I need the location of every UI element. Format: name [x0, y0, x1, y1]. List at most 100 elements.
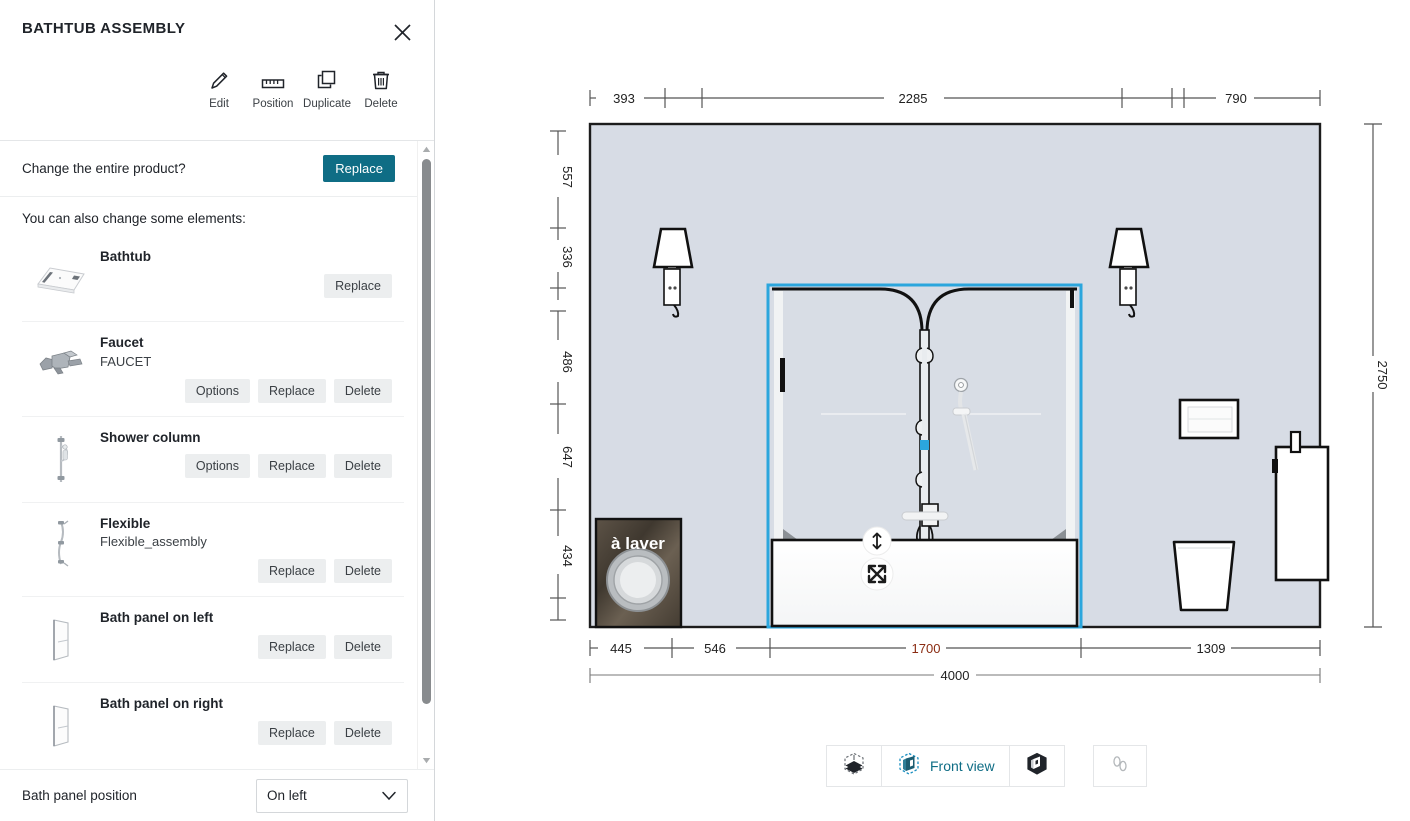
delete-button[interactable]: Delete: [354, 66, 408, 110]
wall-cabinet[interactable]: [1180, 400, 1238, 438]
delete-button[interactable]: Delete: [334, 635, 392, 659]
edit-button[interactable]: Edit: [192, 66, 246, 110]
replace-button[interactable]: Replace: [258, 379, 326, 403]
sidebar-scrollbar[interactable]: [417, 141, 434, 769]
scroll-up-icon[interactable]: [418, 141, 434, 158]
delete-button[interactable]: Delete: [334, 559, 392, 583]
ruler-icon: [260, 66, 286, 92]
dimension-label-left-0: 557: [560, 166, 575, 188]
part-subtitle: FAUCET: [100, 353, 396, 371]
position-label: Position: [253, 98, 294, 110]
shower-column-thumb: [22, 427, 100, 489]
part-name: Bath panel on right: [100, 695, 396, 713]
faucet-thumb: [22, 332, 100, 394]
duplicate-label: Duplicate: [303, 98, 351, 110]
drawing-viewport[interactable]: à laver: [436, 0, 1410, 821]
replace-button[interactable]: Replace: [258, 559, 326, 583]
dimension-label-top-2: 790: [1225, 91, 1247, 106]
part-actions: Replace Delete: [100, 721, 396, 745]
panel-toolbar: Edit Position: [0, 62, 434, 140]
options-button[interactable]: Options: [185, 454, 250, 478]
move-handle[interactable]: [861, 558, 893, 590]
dimension-label-bottom-1: 546: [704, 641, 726, 656]
dimension-label-left-4: 434: [560, 545, 575, 567]
trash-icon: [370, 66, 392, 92]
dimension-label-right-0: 2750: [1375, 361, 1390, 390]
chevron-down-icon: [381, 790, 397, 805]
top-dimension-ruler: [590, 88, 1320, 108]
edit-label: Edit: [209, 98, 229, 110]
part-name: Faucet: [100, 334, 396, 352]
washing-machine[interactable]: à laver: [596, 519, 681, 627]
bath-panel-left-thumb: [22, 607, 100, 669]
walkthrough-button[interactable]: [1093, 745, 1147, 787]
tall-storage-unit[interactable]: [1272, 432, 1328, 580]
close-icon[interactable]: [388, 18, 416, 46]
3d-view-button[interactable]: [1010, 745, 1064, 787]
part-actions: Options Replace Delete: [100, 379, 396, 403]
list-item[interactable]: Shower column Options Replace Delete: [22, 416, 404, 497]
part-name: Flexible: [100, 515, 396, 533]
scrollbar-thumb[interactable]: [422, 159, 431, 704]
part-actions: Replace: [100, 274, 396, 298]
dimension-label-left-2: 486: [560, 351, 575, 373]
front-view-label: Front view: [930, 758, 995, 774]
bathroom-elevation-drawing: à laver: [436, 0, 1410, 821]
part-name: Shower column: [100, 429, 396, 447]
delete-button[interactable]: Delete: [334, 454, 392, 478]
dimension-label-overall-width: 4000: [941, 668, 970, 683]
change-product-row: Change the entire product? Replace: [0, 141, 417, 197]
app-root: BATHTUB ASSEMBLY Edit: [0, 0, 1410, 821]
part-list: Bathtub Replace: [0, 236, 417, 763]
part-actions: Replace Delete: [100, 559, 396, 583]
dimension-label-bottom-0: 445: [610, 641, 632, 656]
part-actions: Replace Delete: [100, 635, 396, 659]
part-name: Bathtub: [100, 248, 396, 266]
elements-intro: You can also change some elements:: [0, 197, 417, 236]
list-item[interactable]: Bathtub Replace: [22, 236, 404, 316]
replace-product-button[interactable]: Replace: [323, 155, 395, 182]
change-product-label: Change the entire product?: [22, 161, 186, 176]
top-view-button[interactable]: [827, 745, 882, 787]
replace-button[interactable]: Replace: [258, 454, 326, 478]
vertical-resize-handle[interactable]: [863, 527, 891, 555]
pencil-icon: [208, 66, 230, 92]
bath-panel-position-label: Bath panel position: [22, 788, 137, 803]
panel-scroll-area: Change the entire product? Replace You c…: [0, 140, 434, 769]
toilet[interactable]: [1174, 542, 1234, 610]
replace-button[interactable]: Replace: [258, 635, 326, 659]
delete-button[interactable]: Delete: [334, 379, 392, 403]
list-item[interactable]: Bath panel on right Replace Delete: [22, 682, 404, 763]
view-toolbar: Front view: [826, 745, 1147, 787]
part-subtitle: Flexible_assembly: [100, 533, 396, 551]
list-item[interactable]: Bath panel on left Replace Delete: [22, 596, 404, 677]
copy-icon: [315, 66, 339, 92]
bath-panel-position-select[interactable]: On left: [256, 779, 408, 813]
part-name: Bath panel on left: [100, 609, 396, 627]
dimension-label-left-1: 336: [560, 246, 575, 268]
replace-button[interactable]: Replace: [258, 721, 326, 745]
flexible-thumb: [22, 513, 100, 575]
position-button[interactable]: Position: [246, 66, 300, 110]
page-title: BATHTUB ASSEMBLY: [22, 20, 412, 37]
dimension-label-top-0: 393: [613, 91, 635, 106]
list-item[interactable]: Flexible Flexible_assembly Replace Delet…: [22, 502, 404, 592]
bath-panel-right-thumb: [22, 693, 100, 755]
delete-label: Delete: [364, 98, 397, 110]
duplicate-button[interactable]: Duplicate: [300, 66, 354, 110]
front-view-button[interactable]: Front view: [882, 745, 1010, 787]
dimension-label-bottom-3: 1309: [1197, 641, 1226, 656]
select-value: On left: [267, 788, 307, 803]
replace-button[interactable]: Replace: [324, 274, 392, 298]
cube-view-icon: [1024, 751, 1050, 782]
view-mode-group: Front view: [826, 745, 1065, 787]
footsteps-icon: [1108, 752, 1132, 781]
scroll-down-icon[interactable]: [418, 752, 434, 769]
options-button[interactable]: Options: [185, 379, 250, 403]
top-view-icon: [841, 751, 867, 782]
delete-button[interactable]: Delete: [334, 721, 392, 745]
washing-machine-label: à laver: [611, 534, 665, 553]
list-item[interactable]: Faucet FAUCET Options Replace Delete: [22, 321, 404, 411]
bathtub-assembly[interactable]: [768, 285, 1081, 627]
bath-panel-position-row: Bath panel position On left: [0, 769, 434, 821]
